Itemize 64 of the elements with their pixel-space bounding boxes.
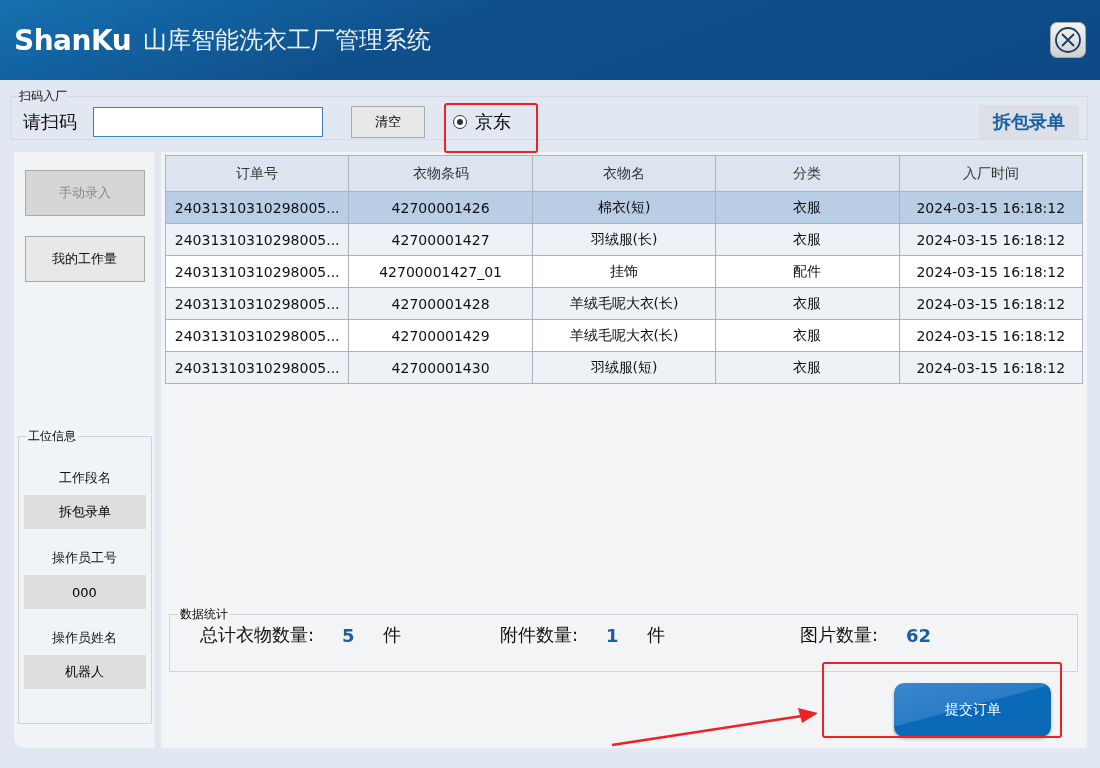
stat-unit: 件 bbox=[382, 623, 401, 647]
clear-button[interactable]: 清空 bbox=[351, 106, 425, 138]
column-header[interactable]: 入厂时间 bbox=[899, 155, 1083, 192]
stat-value: 62 bbox=[906, 624, 932, 646]
stat-value: 1 bbox=[606, 624, 619, 646]
table-cell[interactable]: 衣服 bbox=[715, 287, 900, 320]
table-cell[interactable]: 2024-03-15 16:18:12 bbox=[899, 351, 1083, 384]
table-cell[interactable]: 24031310310298005... bbox=[165, 223, 349, 256]
table-cell[interactable]: 24031310310298005... bbox=[165, 351, 349, 384]
table-cell[interactable]: 42700001427 bbox=[348, 223, 533, 256]
info-label: 工作段名 bbox=[58, 469, 111, 487]
submit-button[interactable]: 提交订单 bbox=[894, 683, 1051, 737]
column-header[interactable]: 订单号 bbox=[165, 155, 349, 192]
table-cell[interactable]: 42700001426 bbox=[348, 191, 533, 224]
column-header[interactable]: 衣物名 bbox=[532, 155, 716, 192]
radio-label: 京东 bbox=[475, 110, 511, 134]
info-value: 机器人 bbox=[23, 655, 146, 689]
table-cell[interactable]: 24031310310298005... bbox=[165, 191, 349, 224]
scan-field[interactable] bbox=[93, 107, 323, 137]
table-cell[interactable]: 42700001430 bbox=[348, 351, 533, 384]
close-button[interactable] bbox=[1050, 22, 1086, 58]
stat-value: 5 bbox=[342, 624, 355, 646]
table-cell[interactable]: 棉衣(短) bbox=[532, 191, 716, 224]
stat-label: 附件数量: bbox=[500, 623, 579, 647]
logo: ShanKu bbox=[14, 23, 132, 57]
close-icon bbox=[1054, 26, 1082, 54]
table-cell[interactable]: 衣服 bbox=[715, 351, 900, 384]
radio-option[interactable]: 京东 bbox=[453, 110, 511, 134]
table-cell[interactable]: 挂饰 bbox=[532, 255, 716, 288]
sidebar-button[interactable]: 我的工作量 bbox=[24, 236, 145, 282]
table-cell[interactable]: 羽绒服(长) bbox=[532, 223, 716, 256]
table-cell[interactable]: 羊绒毛呢大衣(长) bbox=[532, 319, 716, 352]
table-cell[interactable]: 2024-03-15 16:18:12 bbox=[899, 223, 1083, 256]
info-label: 操作员姓名 bbox=[52, 629, 117, 647]
table-cell[interactable]: 配件 bbox=[715, 255, 900, 288]
table-cell[interactable]: 衣服 bbox=[715, 223, 900, 256]
app-title: 山库智能洗衣工厂管理系统 bbox=[143, 25, 432, 56]
stat-unit: 件 bbox=[646, 623, 665, 647]
table-cell[interactable]: 24031310310298005... bbox=[165, 255, 349, 288]
info-value: 拆包录单 bbox=[23, 495, 146, 529]
group-label: 数据统计 bbox=[179, 606, 229, 623]
table-cell[interactable]: 42700001428 bbox=[348, 287, 533, 320]
info-label: 操作员工号 bbox=[52, 549, 117, 567]
table-cell[interactable]: 衣服 bbox=[715, 319, 900, 352]
table-cell[interactable]: 衣服 bbox=[715, 191, 900, 224]
table-cell[interactable]: 羊绒毛呢大衣(长) bbox=[532, 287, 716, 320]
table-cell[interactable]: 羽绒服(短) bbox=[532, 351, 716, 384]
table-cell[interactable]: 24031310310298005... bbox=[165, 287, 349, 320]
column-header[interactable]: 分类 bbox=[715, 155, 900, 192]
table-cell[interactable]: 2024-03-15 16:18:12 bbox=[899, 191, 1083, 224]
group-label: 扫码入厂 bbox=[19, 88, 67, 105]
stat-label: 总计衣物数量: bbox=[200, 623, 315, 647]
table-cell[interactable]: 24031310310298005... bbox=[165, 319, 349, 352]
group-label: 工位信息 bbox=[26, 428, 77, 445]
table-cell[interactable]: 2024-03-15 16:18:12 bbox=[899, 319, 1083, 352]
table-cell[interactable]: 42700001427_01 bbox=[348, 255, 533, 288]
table-cell[interactable]: 42700001429 bbox=[348, 319, 533, 352]
table-cell[interactable]: 2024-03-15 16:18:12 bbox=[899, 287, 1083, 320]
field-label: 请扫码 bbox=[23, 110, 77, 134]
stat-label: 图片数量: bbox=[800, 623, 879, 647]
table-cell[interactable]: 2024-03-15 16:18:12 bbox=[899, 255, 1083, 288]
info-value: 000 bbox=[23, 575, 146, 609]
column-header[interactable]: 衣物条码 bbox=[348, 155, 533, 192]
mode-button[interactable]: 拆包录单 bbox=[979, 105, 1079, 139]
